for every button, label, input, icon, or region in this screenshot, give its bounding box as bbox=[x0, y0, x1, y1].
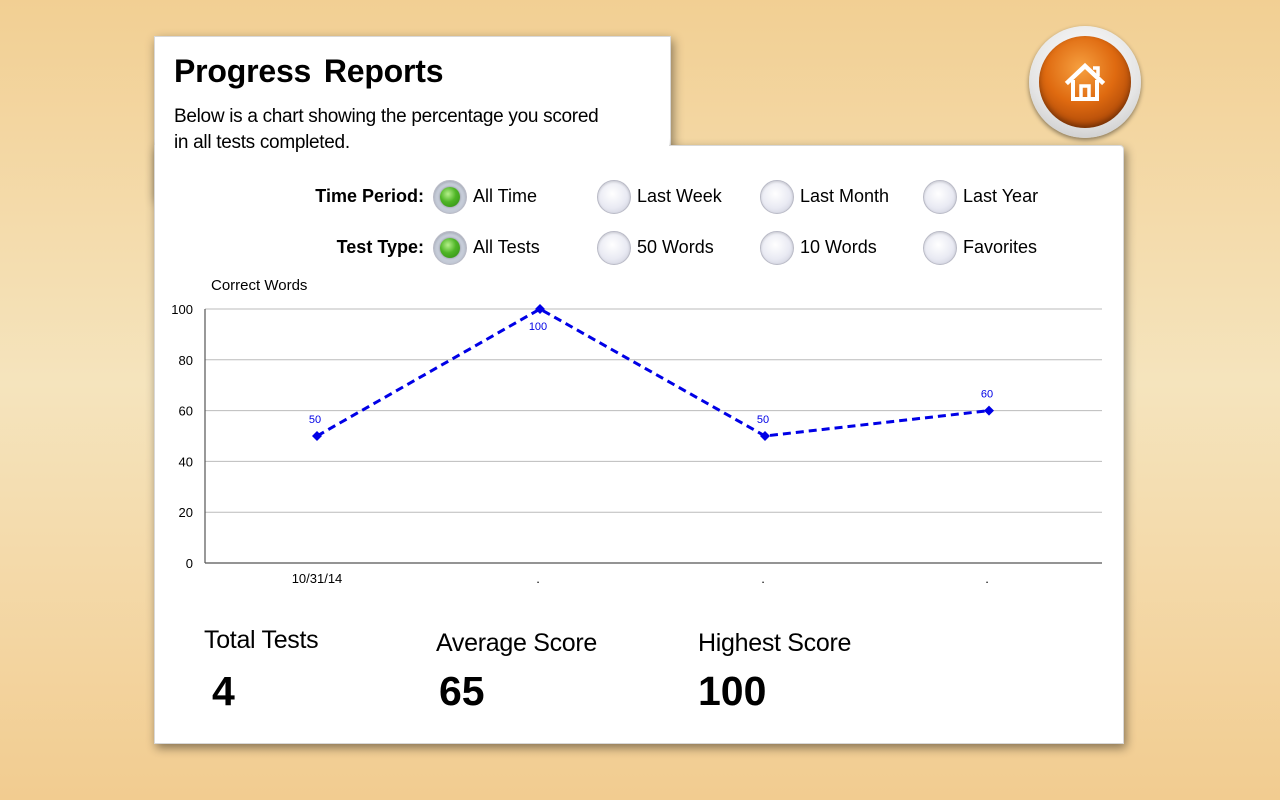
y-tick-label: 0 bbox=[186, 556, 193, 571]
x-tick-label: . bbox=[536, 571, 540, 586]
home-button-face bbox=[1039, 36, 1131, 128]
x-tick-label: . bbox=[985, 571, 989, 586]
y-tick-label: 80 bbox=[179, 353, 193, 368]
radio-label: Last Month bbox=[800, 186, 890, 206]
total-tests-value: 4 bbox=[212, 668, 235, 714]
y-axis-title: Correct Words bbox=[211, 277, 307, 294]
highest-score-label: Highest Score bbox=[698, 629, 852, 657]
data-label: 50 bbox=[757, 414, 769, 426]
data-label: 100 bbox=[529, 321, 547, 333]
radio-indicator bbox=[760, 180, 794, 214]
radio-indicator bbox=[433, 231, 467, 265]
data-label: 60 bbox=[981, 389, 993, 401]
radio-label: 50 Words bbox=[637, 237, 714, 257]
radio-label: All Time bbox=[473, 186, 538, 206]
radio-indicator bbox=[923, 231, 957, 265]
test-type-label: Test Type: bbox=[336, 237, 424, 257]
radio-label: Last Week bbox=[637, 186, 722, 206]
y-tick-label: 100 bbox=[171, 302, 193, 317]
average-score-label: Average Score bbox=[436, 629, 598, 657]
x-tick-label: . bbox=[761, 571, 765, 586]
y-tick-label: 60 bbox=[179, 404, 193, 419]
radio-label: Favorites bbox=[963, 237, 1038, 257]
page-title: Progress Reports bbox=[174, 53, 444, 89]
radio-label: All Tests bbox=[473, 237, 540, 257]
y-tick-label: 20 bbox=[179, 505, 193, 520]
home-button[interactable] bbox=[1029, 26, 1141, 138]
home-icon bbox=[1064, 62, 1106, 101]
x-tick-label: 10/31/14 bbox=[292, 571, 343, 586]
data-label: 50 bbox=[309, 414, 321, 426]
average-score-value: 65 bbox=[439, 668, 485, 714]
total-tests-label: Total Tests bbox=[204, 626, 319, 654]
radio-label: Last Year bbox=[963, 186, 1039, 206]
series-line bbox=[316, 307, 990, 438]
y-tick-label: 40 bbox=[179, 454, 193, 469]
radio-indicator bbox=[597, 231, 631, 265]
radio-indicator bbox=[433, 180, 467, 214]
progress-chart: Correct Words 0 20 40 60 80 100 10/31/14.. . 50 10… bbox=[171, 277, 1102, 586]
highest-score-value: 100 bbox=[698, 668, 767, 714]
data-point bbox=[984, 405, 994, 416]
header: Progress Reports Below is a chart showin… bbox=[155, 37, 669, 167]
radio-indicator bbox=[760, 231, 794, 265]
radio-label: 10 Words bbox=[800, 237, 877, 257]
radio-indicator bbox=[923, 180, 957, 214]
time-period-label: Time Period: bbox=[315, 186, 424, 206]
page-subtitle: Below is a chart showing the percentage … bbox=[174, 106, 599, 153]
radio-indicator bbox=[597, 180, 631, 214]
